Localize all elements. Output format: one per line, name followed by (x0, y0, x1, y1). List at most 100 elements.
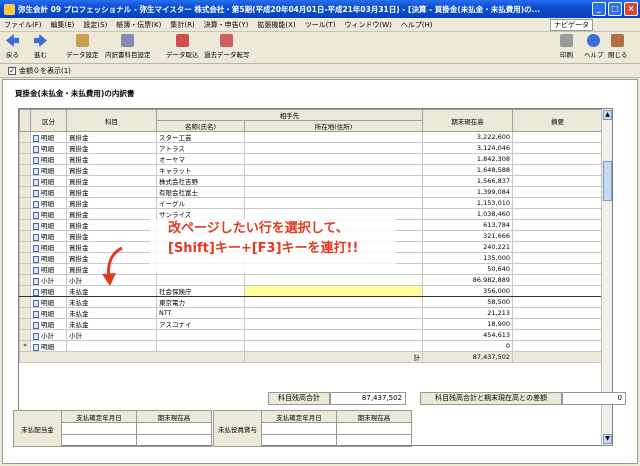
amount-cell[interactable]: 18,900 (422, 318, 513, 330)
table-row[interactable]: 明細 買掛金 イーグル 1,153,010 (19, 197, 603, 209)
kubun-cell[interactable]: 明細 (30, 296, 67, 308)
address-cell[interactable] (244, 285, 423, 297)
forward-button[interactable]: 進む (34, 34, 47, 59)
menu-edit[interactable]: 編集(E) (51, 20, 75, 30)
address-cell[interactable] (244, 329, 423, 341)
maximize-button[interactable]: □ (608, 2, 622, 16)
kubun-cell[interactable]: 小計 (30, 329, 67, 341)
kubun-cell[interactable]: 明細 (30, 164, 67, 176)
row-indicator[interactable] (19, 208, 31, 220)
name-cell[interactable]: アトラス (156, 142, 245, 154)
kubun-cell[interactable]: 明細 (30, 230, 67, 242)
tekiyo-cell[interactable] (512, 142, 603, 154)
name-cell[interactable]: 有限会社富士 (156, 186, 245, 198)
kubun-cell[interactable]: 明細 (30, 219, 67, 231)
address-cell[interactable] (244, 208, 423, 220)
name-cell[interactable]: オーヤマ (156, 153, 245, 165)
table-row[interactable]: 明細 買掛金 有限会社富士 1,399,084 (19, 186, 603, 198)
kubun-cell[interactable]: 明細 (30, 285, 67, 297)
row-indicator[interactable] (19, 153, 31, 165)
row-indicator[interactable] (19, 197, 31, 209)
amount-cell[interactable]: 0 (422, 340, 513, 352)
tekiyo-cell[interactable] (512, 153, 603, 165)
amount-cell[interactable]: 1,038,460 (422, 208, 513, 220)
kamoku-cell[interactable]: 買掛金 (66, 208, 157, 220)
kubun-cell[interactable]: 明細 (30, 241, 67, 253)
help-button[interactable]: ヘルプ (584, 34, 604, 59)
kamoku-cell[interactable] (66, 340, 157, 352)
kamoku-cell[interactable]: 買掛金 (66, 164, 157, 176)
kubun-cell[interactable]: 明細 (30, 340, 67, 352)
table-row[interactable]: 明細 買掛金 サンライズ 1,038,460 (19, 208, 603, 220)
address-cell[interactable] (244, 175, 423, 187)
address-cell[interactable] (244, 153, 423, 165)
row-indicator[interactable] (19, 131, 31, 143)
tekiyo-cell[interactable] (512, 329, 603, 341)
right-amount-cell[interactable] (336, 422, 412, 435)
address-cell[interactable] (244, 318, 423, 330)
name-cell[interactable]: NTT (156, 307, 245, 319)
table-row[interactable]: 明細 買掛金 アトラス 3,124,046 (19, 142, 603, 154)
row-indicator[interactable] (19, 274, 31, 286)
tekiyo-cell[interactable] (512, 186, 603, 198)
kubun-cell[interactable]: 明細 (30, 142, 67, 154)
menu-extensions[interactable]: 拡張機能(X) (257, 20, 295, 30)
name-cell[interactable] (156, 340, 245, 352)
kamoku-cell[interactable]: 未払金 (66, 318, 157, 330)
address-cell[interactable] (244, 164, 423, 176)
tekiyo-cell[interactable] (512, 252, 603, 264)
row-indicator[interactable] (19, 252, 31, 264)
row-indicator[interactable] (19, 142, 31, 154)
name-cell[interactable]: 社会保険庁 (156, 285, 245, 297)
kubun-cell[interactable]: 明細 (30, 131, 67, 143)
kamoku-cell[interactable]: 買掛金 (66, 153, 157, 165)
breakdown-item-settings-button[interactable]: 内訳書科目設定 (105, 34, 151, 59)
name-cell[interactable]: 東京電力 (156, 296, 245, 308)
amount-cell[interactable]: 50,640 (422, 263, 513, 275)
kamoku-cell[interactable]: 小計 (66, 329, 157, 341)
table-row[interactable]: 小計 小計 454,613 (19, 329, 603, 341)
address-cell[interactable] (244, 197, 423, 209)
name-cell[interactable]: アスコナイ (156, 318, 245, 330)
data-settings-button[interactable]: データ設定 (66, 34, 99, 59)
left-date-cell[interactable] (61, 422, 137, 435)
amount-cell[interactable]: 135,000 (422, 252, 513, 264)
right-date-cell[interactable] (261, 422, 337, 435)
menu-books[interactable]: 帳簿・伝票(K) (116, 20, 161, 30)
amount-cell[interactable]: 240,221 (422, 241, 513, 253)
close-button[interactable]: 閉じる (608, 34, 628, 59)
menu-file[interactable]: ファイル(F) (4, 20, 42, 30)
table-row[interactable]: 明細 未払金 アスコナイ 18,900 (19, 318, 603, 330)
menu-help[interactable]: ヘルプ(H) (401, 20, 433, 30)
data-import-button[interactable]: データ取込 (166, 34, 199, 59)
menu-closing[interactable]: 決算・申告(Y) (204, 20, 249, 30)
kamoku-cell[interactable]: 買掛金 (66, 230, 157, 242)
table-row[interactable]: 明細 買掛金 スター工芸 3,222,600 (19, 131, 603, 143)
amount-cell[interactable]: 3,222,600 (422, 131, 513, 143)
kubun-cell[interactable]: 明細 (30, 175, 67, 187)
kubun-cell[interactable]: 明細 (30, 263, 67, 275)
name-cell[interactable]: 株式会社吉野 (156, 175, 245, 187)
tekiyo-cell[interactable] (512, 131, 603, 143)
amount-cell[interactable]: 1,153,010 (422, 197, 513, 209)
tekiyo-cell[interactable] (512, 164, 603, 176)
row-indicator[interactable] (19, 318, 31, 330)
kubun-cell[interactable]: 明細 (30, 307, 67, 319)
row-indicator[interactable] (19, 241, 31, 253)
tekiyo-cell[interactable] (512, 274, 603, 286)
address-cell[interactable] (244, 131, 423, 143)
amount-cell[interactable]: 356,000 (422, 285, 513, 297)
row-indicator[interactable] (19, 186, 31, 198)
table-row[interactable]: 明細 買掛金 キャラット 1,648,588 (19, 164, 603, 176)
tekiyo-cell[interactable] (512, 340, 603, 352)
address-cell[interactable] (244, 296, 423, 308)
table-row[interactable]: 明細 未払金 東京電力 58,500 (19, 296, 603, 308)
amount-cell[interactable]: 1,399,084 (422, 186, 513, 198)
address-cell[interactable] (244, 142, 423, 154)
row-indicator[interactable] (19, 285, 31, 297)
kubun-cell[interactable]: 小計 (30, 274, 67, 286)
address-cell[interactable] (244, 307, 423, 319)
amount-cell[interactable]: 3,124,046 (422, 142, 513, 154)
scroll-down-icon[interactable]: ▼ (603, 434, 612, 444)
amount-cell[interactable]: 86,982,889 (422, 274, 513, 286)
